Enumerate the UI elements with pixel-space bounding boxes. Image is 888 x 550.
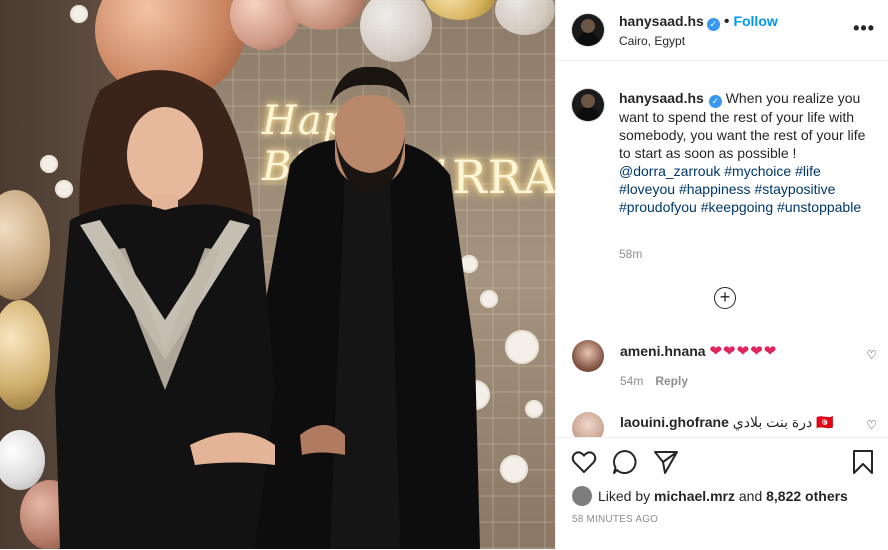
comment-text: ❤❤❤❤❤ xyxy=(709,343,778,360)
comment-like-heart-icon[interactable]: ♡ xyxy=(866,348,877,362)
separator-dot: • xyxy=(723,13,730,30)
commenter-username[interactable]: ameni.hnana xyxy=(620,343,706,359)
hashtag-link[interactable]: #proudofyou xyxy=(619,199,697,215)
comment-body: laouini.ghofrane درة بنت بلادي 🇹🇳 xyxy=(620,413,850,431)
reply-button[interactable]: Reply xyxy=(655,374,688,388)
flower xyxy=(70,5,88,23)
author-username[interactable]: hanysaad.hs xyxy=(619,13,704,29)
hashtag-link[interactable]: #life xyxy=(795,163,821,179)
comment-icon[interactable] xyxy=(611,448,639,476)
caption-username[interactable]: hanysaad.hs xyxy=(619,90,704,106)
hashtag-link[interactable]: #staypositive xyxy=(754,181,835,197)
and-label: and xyxy=(738,488,763,504)
mention-link[interactable]: @dorra_zarrouk xyxy=(619,163,720,179)
likes-summary: Liked by michael.mrz and 8,822 others xyxy=(572,486,848,506)
post-caption: hanysaad.hs ✓ When you realize you want t… xyxy=(619,89,869,216)
verified-badge-icon: ✓ xyxy=(708,95,722,108)
flower xyxy=(525,400,543,418)
liker-username[interactable]: michael.mrz xyxy=(654,488,735,504)
hashtag-link[interactable]: #mychoice xyxy=(724,163,791,179)
post-side-panel: hanysaad.hs ✓ • Follow Cairo, Egypt ••• han… xyxy=(555,0,888,550)
comment-meta: 54m Reply xyxy=(620,374,688,388)
woman-figure xyxy=(55,70,275,549)
location-link[interactable]: Cairo, Egypt xyxy=(619,34,685,48)
caption-avatar[interactable] xyxy=(572,89,604,121)
hashtag-link[interactable]: #happiness xyxy=(679,181,751,197)
post-timestamp[interactable]: 58 MINUTES AGO xyxy=(572,514,658,525)
plus-circle-icon[interactable]: + xyxy=(714,287,736,309)
hashtag-link[interactable]: #loveyou xyxy=(619,181,675,197)
commenter-avatar[interactable] xyxy=(572,412,604,437)
post-actions: Liked by michael.mrz and 8,822 others 58… xyxy=(556,437,888,550)
instagram-post: Happy Birthday RRA xyxy=(0,0,888,550)
hashtag-link[interactable]: #unstoppable xyxy=(777,199,861,215)
verified-badge-icon: ✓ xyxy=(706,18,720,31)
commenter-username[interactable]: laouini.ghofrane xyxy=(620,414,729,430)
post-photo[interactable]: Happy Birthday RRA xyxy=(0,0,555,549)
more-options-icon[interactable]: ••• xyxy=(853,18,875,39)
commenter-avatar[interactable] xyxy=(572,340,604,372)
flower xyxy=(505,330,539,364)
heart-icon[interactable] xyxy=(570,448,598,476)
follow-button[interactable]: Follow xyxy=(733,13,777,29)
comment-body: ameni.hnana ❤❤❤❤❤ xyxy=(620,342,850,361)
liker-avatar[interactable] xyxy=(572,486,592,506)
hashtag-link[interactable]: #keepgoing xyxy=(701,199,773,215)
flower xyxy=(500,455,528,483)
post-header: hanysaad.hs ✓ • Follow Cairo, Egypt ••• xyxy=(556,0,888,61)
comment-item: ameni.hnana ❤❤❤❤❤ 54m Reply ♡ xyxy=(572,340,877,390)
author-avatar[interactable] xyxy=(572,14,604,46)
comment-text: درة بنت بلادي 🇹🇳 xyxy=(732,414,834,430)
flower xyxy=(480,290,498,308)
share-icon[interactable] xyxy=(652,448,680,476)
comment-like-heart-icon[interactable]: ♡ xyxy=(866,418,877,432)
likes-count-link[interactable]: 8,822 others xyxy=(766,488,848,504)
save-bookmark-icon[interactable] xyxy=(849,448,877,476)
caption-time[interactable]: 58m xyxy=(619,247,642,261)
comment-item: laouini.ghofrane درة بنت بلادي 🇹🇳 ♡ xyxy=(572,410,877,437)
author-line: hanysaad.hs ✓ • Follow xyxy=(619,13,778,31)
comment-time[interactable]: 54m xyxy=(620,374,643,388)
liked-by-label: Liked by xyxy=(598,488,651,504)
